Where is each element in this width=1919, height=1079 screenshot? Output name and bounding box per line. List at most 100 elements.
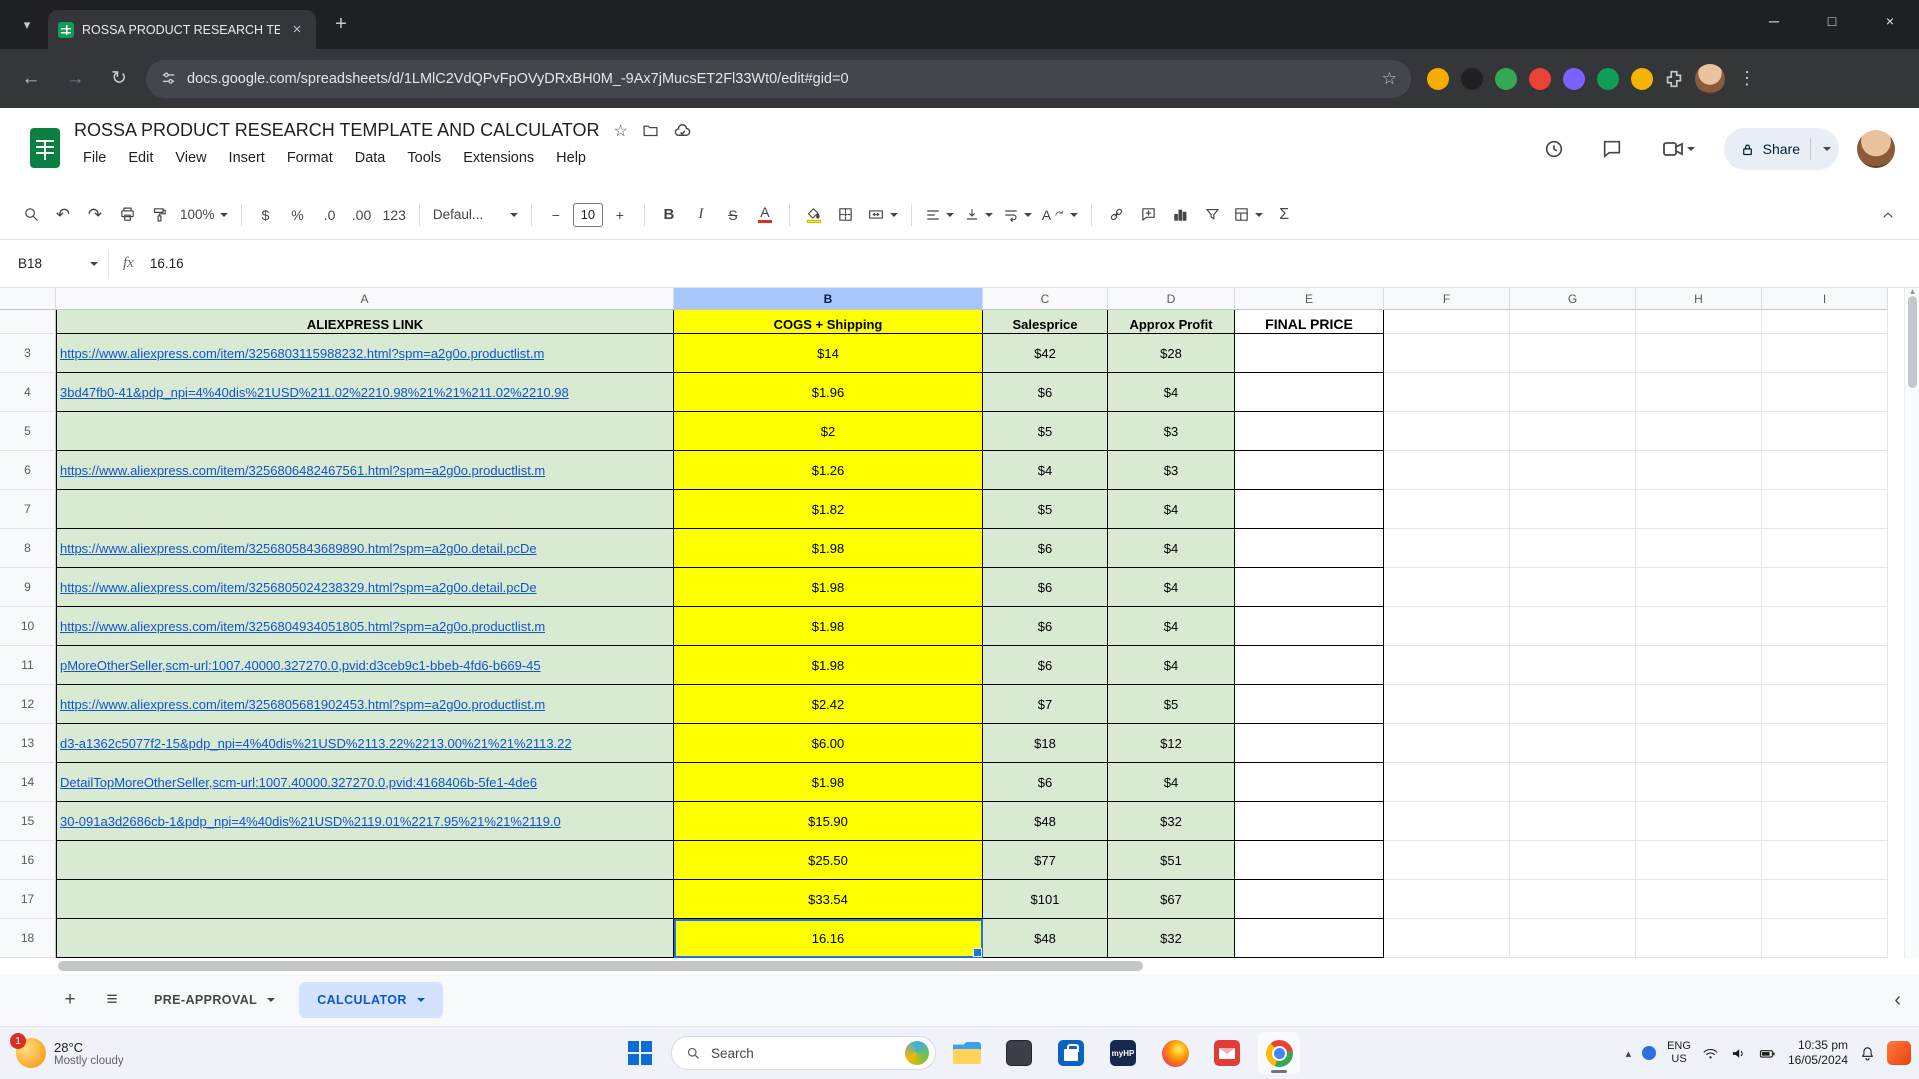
start-button[interactable]	[619, 1032, 661, 1074]
sheet-tab-calculator[interactable]: CALCULATOR	[299, 982, 443, 1018]
tray-screenshot-icon[interactable]	[1887, 1041, 1911, 1065]
column-header-f[interactable]: F	[1384, 288, 1510, 310]
header-approx-profit[interactable]: Approx Profit	[1108, 310, 1235, 334]
decrease-font-size-button[interactable]: −	[541, 200, 571, 230]
window-minimize-button[interactable]: ─	[1745, 0, 1803, 42]
cell-empty[interactable]	[1762, 373, 1888, 412]
account-avatar[interactable]	[1857, 130, 1895, 168]
mail-button[interactable]	[1206, 1032, 1248, 1074]
version-history-icon[interactable]	[1534, 129, 1574, 169]
cell-approx-profit[interactable]: $4	[1108, 763, 1235, 802]
document-title[interactable]: ROSSA PRODUCT RESEARCH TEMPLATE AND CALC…	[74, 120, 599, 141]
fill-color-button[interactable]	[799, 200, 829, 230]
cell-final-price[interactable]	[1235, 568, 1384, 607]
cell-empty[interactable]	[1510, 646, 1636, 685]
cell-cogs[interactable]: $1.98	[674, 607, 983, 646]
search-highlight-icon[interactable]	[905, 1041, 929, 1065]
wifi-icon[interactable]	[1702, 1045, 1719, 1062]
cell-empty[interactable]	[1636, 412, 1762, 451]
cell-cogs[interactable]: $1.96	[674, 373, 983, 412]
cell-aliexpress-link[interactable]: https://www.aliexpress.com/item/32568049…	[56, 607, 674, 646]
aliexpress-link[interactable]: DetailTopMoreOtherSeller,scm-url:1007.40…	[60, 775, 537, 790]
cell-salesprice[interactable]: $6	[983, 568, 1108, 607]
sheet-tab-pre-approval[interactable]: PRE-APPROVAL	[136, 982, 293, 1018]
horizontal-scrollbar-thumb[interactable]	[58, 961, 1143, 971]
comment-history-icon[interactable]	[1592, 129, 1632, 169]
aliexpress-link[interactable]: d3-a1362c5077f2-15&pdp_npi=4%40dis%21USD…	[60, 736, 572, 751]
aliexpress-link[interactable]: https://www.aliexpress.com/item/32568056…	[60, 697, 545, 712]
extension-icon[interactable]	[1461, 67, 1483, 90]
cell-cogs[interactable]: $1.98	[674, 763, 983, 802]
cell-approx-profit[interactable]: $4	[1108, 568, 1235, 607]
cell-approx-profit[interactable]: $3	[1108, 451, 1235, 490]
vertical-scrollbar-thumb[interactable]	[1908, 296, 1917, 388]
cell-empty[interactable]	[1384, 568, 1510, 607]
cell-empty[interactable]	[1636, 607, 1762, 646]
column-header-h[interactable]: H	[1636, 288, 1762, 310]
cell-approx-profit[interactable]: $4	[1108, 373, 1235, 412]
sheetbar-scroll-icon[interactable]: ‹	[1894, 989, 1919, 1012]
cell-cogs[interactable]: $1.98	[674, 529, 983, 568]
cell-final-price[interactable]	[1235, 763, 1384, 802]
cell-empty[interactable]	[1384, 412, 1510, 451]
cell-approx-profit[interactable]: $4	[1108, 490, 1235, 529]
extension-icon[interactable]	[1427, 67, 1449, 90]
text-color-button[interactable]: A	[750, 200, 780, 230]
number-format-button[interactable]: 123	[379, 200, 410, 230]
extension-icon[interactable]	[1597, 67, 1619, 90]
browser-profile-avatar[interactable]	[1695, 63, 1725, 94]
table-views-button[interactable]	[1229, 200, 1267, 230]
store-button[interactable]	[1050, 1032, 1092, 1074]
cell-empty[interactable]	[1636, 763, 1762, 802]
cell-empty[interactable]	[1510, 919, 1636, 958]
cell-final-price[interactable]	[1235, 529, 1384, 568]
all-sheets-icon[interactable]: ≡	[94, 982, 130, 1018]
cell-approx-profit[interactable]: $32	[1108, 802, 1235, 841]
cell-final-price[interactable]	[1235, 880, 1384, 919]
cell-empty[interactable]	[1384, 646, 1510, 685]
cell-empty[interactable]	[1384, 607, 1510, 646]
cell-empty[interactable]	[1762, 841, 1888, 880]
cell-empty[interactable]	[1510, 685, 1636, 724]
cell-empty[interactable]	[1762, 724, 1888, 763]
address-bar[interactable]: docs.google.com/spreadsheets/d/1LMlC2VdQ…	[146, 59, 1411, 98]
window-close-button[interactable]: ×	[1861, 0, 1919, 42]
cell-empty[interactable]	[1762, 763, 1888, 802]
cell-empty[interactable]	[1636, 568, 1762, 607]
undo-icon[interactable]: ↶	[48, 200, 78, 230]
cell-salesprice[interactable]: $7	[983, 685, 1108, 724]
italic-button[interactable]: I	[686, 200, 716, 230]
row-number[interactable]: 16	[0, 841, 56, 880]
cell-empty[interactable]	[1510, 802, 1636, 841]
decrease-decimal-button[interactable]: .0	[315, 200, 345, 230]
cell-empty[interactable]	[1384, 334, 1510, 373]
row-number[interactable]: 3	[0, 334, 56, 373]
column-header-e[interactable]: E	[1235, 288, 1384, 310]
cell-approx-profit[interactable]: $32	[1108, 919, 1235, 958]
cell-aliexpress-link[interactable]	[56, 490, 674, 529]
cell-empty[interactable]	[1762, 334, 1888, 373]
menu-insert[interactable]: Insert	[220, 147, 274, 169]
new-tab-button[interactable]: +	[326, 10, 356, 40]
cell-empty[interactable]	[1762, 568, 1888, 607]
star-icon[interactable]: ☆	[613, 121, 627, 141]
borders-button[interactable]	[831, 200, 861, 230]
extension-icon[interactable]	[1563, 67, 1585, 90]
add-sheet-icon[interactable]: +	[52, 982, 88, 1018]
cell-aliexpress-link[interactable]: https://www.aliexpress.com/item/32568064…	[56, 451, 674, 490]
cell-aliexpress-link[interactable]: https://www.aliexpress.com/item/32568058…	[56, 529, 674, 568]
site-settings-icon[interactable]	[160, 70, 177, 87]
forward-icon[interactable]: →	[58, 62, 92, 96]
cell-empty[interactable]	[1510, 451, 1636, 490]
volume-icon[interactable]	[1730, 1045, 1747, 1062]
cell-empty[interactable]	[1384, 451, 1510, 490]
cell-salesprice[interactable]: $6	[983, 607, 1108, 646]
text-wrap-button[interactable]	[999, 200, 1036, 230]
menu-view[interactable]: View	[166, 147, 215, 169]
aliexpress-link[interactable]: https://www.aliexpress.com/item/32568049…	[60, 619, 545, 634]
row-number[interactable]: 4	[0, 373, 56, 412]
extension-icon[interactable]	[1529, 67, 1551, 90]
insert-comment-icon[interactable]	[1133, 200, 1163, 230]
cell-approx-profit[interactable]: $4	[1108, 607, 1235, 646]
formula-input[interactable]: 16.16	[150, 256, 184, 271]
